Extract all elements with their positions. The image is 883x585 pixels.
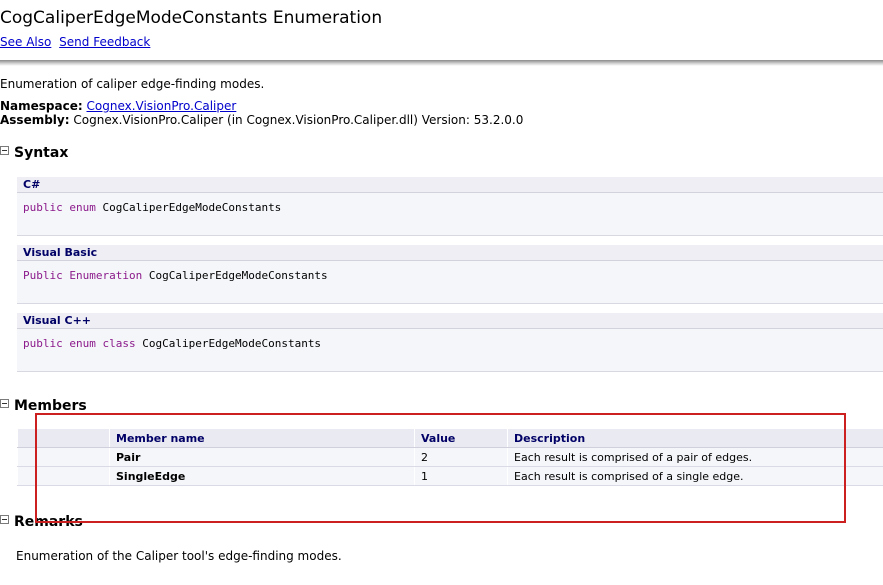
- namespace-line: Namespace: Cognex.VisionPro.Caliper: [0, 99, 236, 113]
- column-header-value: Value: [414, 429, 508, 448]
- code-keyword: enum: [69, 337, 96, 350]
- collapse-icon[interactable]: [0, 146, 9, 155]
- see-also-link[interactable]: See Also: [0, 35, 51, 49]
- table-row: Pair 2 Each result is comprised of a pai…: [17, 447, 883, 467]
- members-table: Member name Value Description Pair 2 Eac…: [17, 429, 883, 486]
- code-language-label: C#: [17, 177, 883, 193]
- member-icon-cell: [17, 466, 110, 486]
- member-value: 1: [414, 466, 508, 486]
- code-keyword: Enumeration: [69, 269, 143, 282]
- column-header-description: Description: [507, 429, 883, 448]
- members-heading: Members: [14, 398, 87, 414]
- code-language-label: Visual C++: [17, 313, 883, 329]
- remarks-section-header[interactable]: Remarks: [0, 514, 83, 530]
- assembly-line: Assembly: Cognex.VisionPro.Caliper (in C…: [0, 113, 523, 127]
- table-header-row: Member name Value Description: [17, 429, 883, 448]
- code-keyword: Public: [23, 269, 63, 282]
- code-type-name: CogCaliperEdgeModeConstants: [142, 337, 322, 350]
- member-value: 2: [414, 447, 508, 467]
- code-keyword: public: [23, 201, 63, 214]
- assembly-value: Cognex.VisionPro.Caliper (in Cognex.Visi…: [73, 113, 524, 127]
- code-keyword: public: [23, 337, 63, 350]
- code-keyword: enum: [69, 201, 96, 214]
- code-snippet: Public Enumeration CogCaliperEdgeModeCon…: [17, 261, 883, 304]
- remarks-heading: Remarks: [14, 514, 83, 530]
- code-type-name: CogCaliperEdgeModeConstants: [102, 201, 282, 214]
- member-description: Each result is comprised of a pair of ed…: [507, 447, 883, 467]
- members-section-header[interactable]: Members: [0, 398, 87, 414]
- code-block-visual-cpp: Visual C++ public enum class CogCaliperE…: [17, 313, 883, 372]
- assembly-label: Assembly:: [0, 113, 70, 127]
- code-block-visual-basic: Visual Basic Public Enumeration CogCalip…: [17, 245, 883, 304]
- collapse-icon[interactable]: [0, 399, 9, 408]
- code-snippet: public enum class CogCaliperEdgeModeCons…: [17, 329, 883, 372]
- summary-text: Enumeration of caliper edge-finding mode…: [0, 77, 265, 91]
- page-title: CogCaliperEdgeModeConstants Enumeration: [0, 8, 383, 28]
- member-description: Each result is comprised of a single edg…: [507, 466, 883, 486]
- namespace-link[interactable]: Cognex.VisionPro.Caliper: [87, 99, 237, 113]
- syntax-heading: Syntax: [14, 145, 69, 161]
- code-type-name: CogCaliperEdgeModeConstants: [148, 269, 328, 282]
- header-divider: [0, 60, 883, 66]
- remarks-text: Enumeration of the Caliper tool's edge-f…: [16, 549, 342, 563]
- column-header-member-name: Member name: [109, 429, 415, 448]
- code-snippet: public enum CogCaliperEdgeModeConstants: [17, 193, 883, 236]
- code-keyword: class: [102, 337, 136, 350]
- namespace-label: Namespace:: [0, 99, 83, 113]
- header-links: See Also Send Feedback: [0, 35, 154, 49]
- collapse-icon[interactable]: [0, 515, 9, 524]
- send-feedback-link[interactable]: Send Feedback: [59, 35, 150, 49]
- code-language-label: Visual Basic: [17, 245, 883, 261]
- column-header-icon: [17, 429, 110, 448]
- table-row: SingleEdge 1 Each result is comprised of…: [17, 466, 883, 486]
- member-icon-cell: [17, 447, 110, 467]
- syntax-section-header[interactable]: Syntax: [0, 145, 68, 161]
- member-name: Pair: [109, 447, 415, 467]
- member-name: SingleEdge: [109, 466, 415, 486]
- code-block-csharp: C# public enum CogCaliperEdgeModeConstan…: [17, 177, 883, 236]
